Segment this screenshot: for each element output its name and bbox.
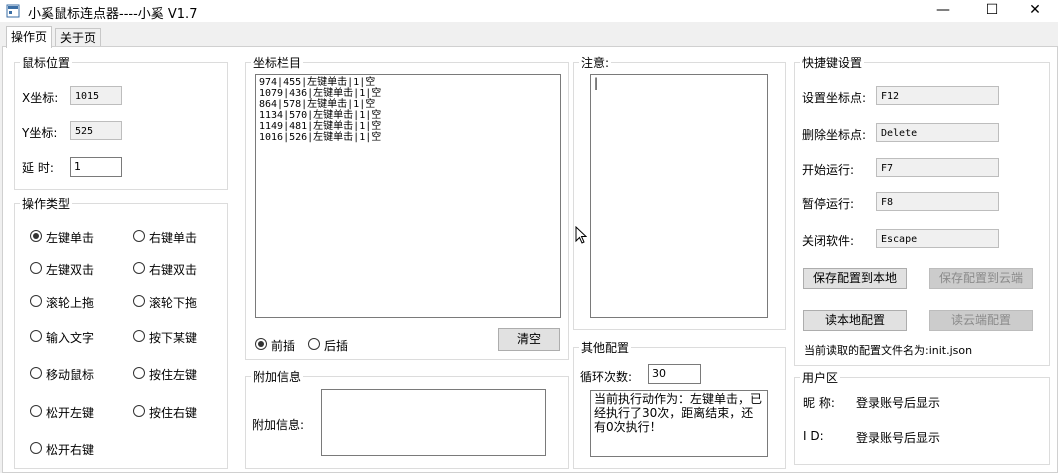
coords-list[interactable]: 974|455|左键单击|1|空 1079|436|左键单击|1|空 864|5…	[255, 74, 561, 318]
extra-info-title: 附加信息	[251, 368, 304, 385]
coord-row[interactable]: 1016|526|左键单击|1|空	[259, 132, 557, 143]
hotkey-label: 开始运行:	[802, 163, 855, 177]
hotkey-label: 设置坐标点:	[802, 91, 867, 105]
op-type-radio[interactable]	[30, 330, 42, 342]
mouse-cursor-icon	[575, 226, 587, 244]
hotkey-field[interactable]: Delete	[876, 123, 999, 142]
op-type-label: 输入文字	[46, 331, 95, 345]
notice-textbox[interactable]: |	[590, 74, 768, 318]
op-type-label: 松开右键	[46, 443, 95, 457]
hotkey-label: 关闭软件:	[802, 234, 855, 248]
nickname-value: 登录账号后显示	[856, 396, 941, 410]
minimize-button[interactable]: —	[920, 0, 966, 22]
id-label: I D:	[803, 429, 824, 443]
op-type-radio[interactable]	[133, 295, 145, 307]
op-type-label: 松开左键	[46, 406, 95, 420]
y-coord-label: Y坐标:	[22, 126, 58, 140]
coord-row[interactable]: 974|455|左键单击|1|空	[259, 77, 557, 88]
window-title: 小奚鼠标连点器----小奚 V1.7	[28, 7, 198, 22]
x-coord-field[interactable]: 1015	[70, 86, 122, 105]
delay-label: 延 时:	[22, 161, 54, 175]
read-local-button[interactable]: 读本地配置	[803, 310, 907, 331]
hotkey-field[interactable]: Escape	[876, 229, 999, 248]
close-button[interactable]: ✕	[1012, 0, 1058, 22]
tab-about[interactable]: 关于页	[55, 28, 102, 47]
op-type-label: 滚轮上拖	[46, 296, 95, 310]
op-type-label: 按下某键	[149, 331, 198, 345]
op-type-radio[interactable]	[30, 367, 42, 379]
x-coord-label: X坐标:	[22, 91, 59, 105]
user-group	[794, 377, 1050, 465]
hotkey-field[interactable]: F7	[876, 158, 999, 177]
hotkey-label: 暂停运行:	[802, 197, 855, 211]
op-type-radio[interactable]	[30, 295, 42, 307]
app-icon	[6, 4, 20, 18]
nickname-label: 昵 称:	[803, 396, 835, 410]
maximize-button[interactable]: ☐	[969, 0, 1015, 22]
notice-title: 注意:	[579, 54, 612, 71]
op-type-radio[interactable]	[133, 405, 145, 417]
id-value: 登录账号后显示	[856, 431, 941, 445]
op-type-label: 左键单击	[46, 231, 95, 245]
op-type-radio[interactable]	[30, 230, 42, 242]
coord-row[interactable]: 1079|436|左键单击|1|空	[259, 88, 557, 99]
mouse-position-title: 鼠标位置	[20, 54, 73, 71]
op-type-radio[interactable]	[30, 442, 42, 454]
extra-info-label: 附加信息:	[252, 418, 305, 432]
insert-after-label: 后插	[324, 339, 349, 353]
y-coord-field[interactable]: 525	[70, 121, 122, 140]
read-cloud-button[interactable]: 读云端配置	[929, 310, 1033, 331]
op-type-label: 左键双击	[46, 263, 95, 277]
op-type-radio[interactable]	[133, 330, 145, 342]
coord-row[interactable]: 864|578|左键单击|1|空	[259, 99, 557, 110]
op-type-label: 右键单击	[149, 231, 198, 245]
op-type-radio[interactable]	[133, 230, 145, 242]
current-config-label: 当前读取的配置文件名为:init.json	[804, 344, 973, 357]
status-textbox: 当前执行动作为：左键单击，已经执行了30次，距离结束，还有0次执行！	[590, 390, 768, 457]
op-type-radio[interactable]	[133, 367, 145, 379]
loop-count-input[interactable]: 30	[648, 364, 701, 384]
coord-row[interactable]: 1149|481|左键单击|1|空	[259, 121, 557, 132]
delay-input[interactable]: 1	[70, 157, 122, 177]
user-title: 用户区	[800, 369, 841, 386]
coord-row[interactable]: 1134|570|左键单击|1|空	[259, 110, 557, 121]
insert-before-label: 前插	[271, 339, 296, 353]
op-type-radio[interactable]	[30, 405, 42, 417]
op-type-label: 按住左键	[149, 368, 198, 382]
hotkeys-title: 快捷键设置	[800, 54, 865, 71]
insert-before-radio[interactable]	[255, 338, 267, 350]
save-cloud-button[interactable]: 保存配置到云端	[929, 268, 1033, 289]
save-local-button[interactable]: 保存配置到本地	[803, 268, 907, 289]
extra-info-input[interactable]	[321, 389, 546, 456]
insert-after-radio[interactable]	[308, 338, 320, 350]
op-type-label: 滚轮下拖	[149, 296, 198, 310]
other-config-title: 其他配置	[579, 339, 632, 356]
op-type-label: 移动鼠标	[46, 368, 95, 382]
op-type-label: 按住右键	[149, 406, 198, 420]
op-type-radio[interactable]	[133, 262, 145, 274]
op-type-radio[interactable]	[30, 262, 42, 274]
hotkey-field[interactable]: F12	[876, 86, 999, 105]
hotkey-field[interactable]: F8	[876, 192, 999, 211]
op-type-title: 操作类型	[20, 195, 73, 212]
op-type-label: 右键双击	[149, 263, 198, 277]
clear-button[interactable]: 清空	[498, 328, 560, 351]
tab-operation[interactable]: 操作页	[6, 26, 53, 48]
loop-count-label: 循环次数:	[580, 370, 633, 384]
coords-title: 坐标栏目	[251, 54, 304, 71]
hotkey-label: 删除坐标点:	[802, 128, 867, 142]
